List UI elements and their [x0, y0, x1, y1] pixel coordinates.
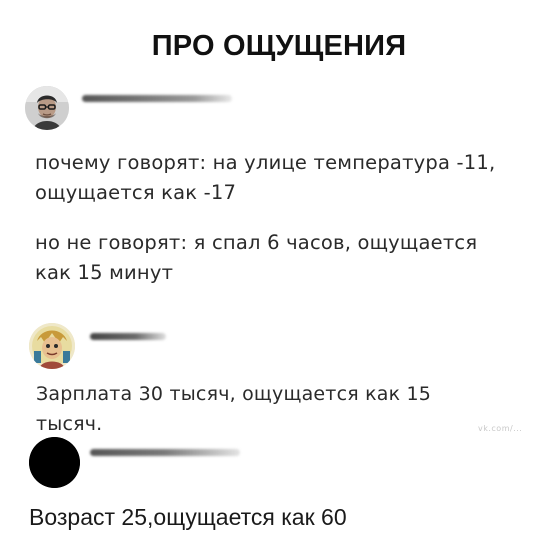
post-line: Зарплата 30 тысяч, ощущается как 15 — [36, 383, 432, 405]
post-text-3: Зарплата 30 тысяч, ощущается как 15 тыся… — [36, 379, 486, 439]
user-avatar-2[interactable] — [29, 323, 75, 369]
post-line: почему говорят: на улице температура -11… — [35, 151, 496, 174]
post-line: но не говорят: я спал 6 часов, ощущается — [35, 231, 478, 254]
redacted-username-1 — [82, 95, 232, 102]
redacted-username-3 — [90, 449, 240, 456]
post-line: как 15 минут — [35, 261, 174, 284]
black-circle-avatar-icon — [29, 437, 80, 488]
redacted-username-2 — [90, 333, 166, 340]
watermark: vk.com/... — [478, 424, 523, 433]
person-photo-icon — [25, 86, 69, 130]
page-title: ПРО ОЩУЩЕНИЯ — [151, 30, 407, 62]
post-line: тысяч. — [36, 413, 103, 435]
post-line: Возраст 25,ощущается как 60 — [29, 504, 347, 530]
post-line: ощущается как -17 — [35, 181, 237, 204]
post-text-1: почему говорят: на улице температура -11… — [35, 148, 545, 208]
post-text-4: Возраст 25,ощущается как 60 — [29, 503, 509, 531]
user-avatar-1[interactable] — [25, 86, 69, 130]
user-avatar-3[interactable] — [29, 437, 80, 488]
character-avatar-icon — [29, 323, 75, 369]
post-text-2: но не говорят: я спал 6 часов, ощущается… — [35, 228, 545, 288]
